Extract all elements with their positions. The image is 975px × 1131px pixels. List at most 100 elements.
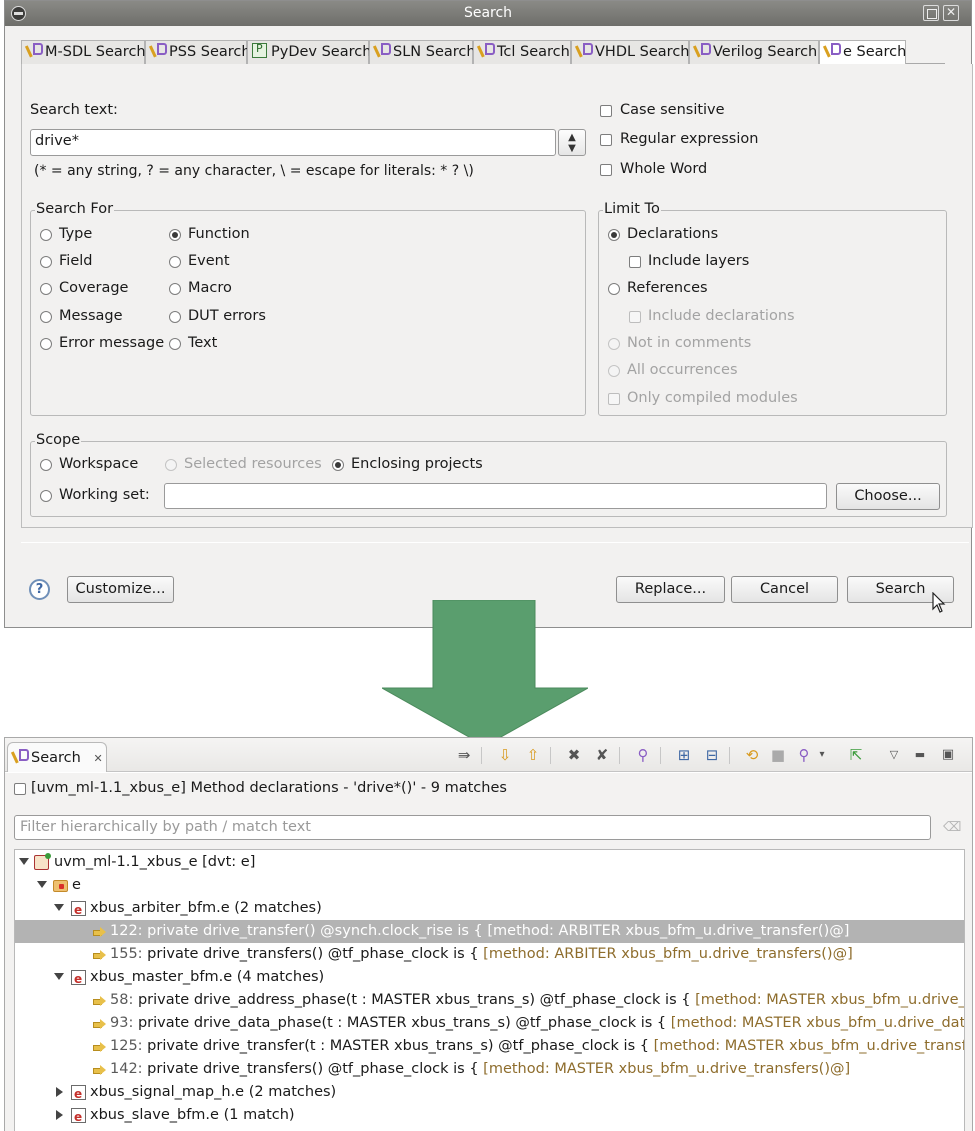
tree-match-row[interactable]: 122: private drive_transfer() @synch.clo… xyxy=(15,920,964,943)
tree-match-row[interactable]: 155: private drive_transfers() @tf_phase… xyxy=(15,943,964,966)
error-message-label: Error message xyxy=(59,335,165,351)
folder-icon xyxy=(53,880,68,892)
enclosing-projects-radio[interactable] xyxy=(332,459,344,471)
message-radio[interactable] xyxy=(40,311,52,323)
close-tab-icon[interactable]: ✕ xyxy=(93,752,102,765)
e-search-panel: Search text: drive* ▲ ▼ (* = any string, … xyxy=(21,64,973,528)
search-text-input[interactable]: drive* xyxy=(30,129,556,156)
include-layers-checkbox[interactable] xyxy=(629,256,641,268)
error-message-radio[interactable] xyxy=(40,338,52,350)
event-label: Event xyxy=(188,253,230,269)
choose-button[interactable]: Choose... xyxy=(836,483,940,510)
previous-match-icon[interactable]: ⇧ xyxy=(524,747,542,763)
expand-toggle-icon[interactable] xyxy=(54,973,64,983)
enclosing-projects-label: Enclosing projects xyxy=(351,456,483,472)
not-in-comments-label: Not in comments xyxy=(627,335,752,351)
all-occurrences-label: All occurrences xyxy=(627,362,738,378)
tree-file-row[interactable]: xbus_signal_map_h.e (2 matches) xyxy=(15,1081,964,1105)
search-history-spinner[interactable]: ▲ ▼ xyxy=(558,129,586,156)
type-label: Type xyxy=(59,226,93,242)
search-history-icon[interactable]: ⚲ xyxy=(795,747,813,763)
tab-pydev-search[interactable]: PyDev Search xyxy=(247,40,371,64)
field-radio[interactable] xyxy=(40,256,52,268)
project-icon xyxy=(34,853,51,870)
references-radio[interactable] xyxy=(608,283,620,295)
collapsed-toggle-icon[interactable] xyxy=(54,1087,64,1098)
regular-expression-label: Regular expression xyxy=(620,131,759,147)
tab-e-search[interactable]: e Search xyxy=(819,40,906,65)
down-arrow-icon xyxy=(382,600,588,746)
dut-errors-radio[interactable] xyxy=(169,311,181,323)
tab-m-sdl-search[interactable]: M-SDL Search xyxy=(21,40,146,64)
case-sensitive-checkbox[interactable] xyxy=(600,105,612,117)
tree-match-row[interactable]: 142: private drive_transfers() @tf_phase… xyxy=(15,1058,964,1081)
search-tabs: M-SDL Search PSS Search PyDev Search SLN… xyxy=(21,40,945,65)
tree-file-row[interactable]: xbus_arbiter_bfm.e (2 matches) xyxy=(15,897,964,921)
close-icon[interactable] xyxy=(943,5,959,21)
dialog-title: Search xyxy=(463,5,513,21)
search-tab-icon xyxy=(694,43,711,58)
show-next-match-icon[interactable]: ⇛ xyxy=(455,747,473,763)
expand-toggle-icon[interactable] xyxy=(54,904,64,914)
expand-toggle-icon[interactable] xyxy=(37,881,47,891)
tree-folder-row[interactable]: e xyxy=(15,874,964,897)
whole-word-checkbox[interactable] xyxy=(600,164,612,176)
tree-match-row[interactable]: 58: private drive_address_phase(t : MAST… xyxy=(15,989,964,1012)
remove-selected-icon[interactable]: ✖ xyxy=(565,747,583,763)
customize-button[interactable]: Customize... xyxy=(67,576,174,603)
regular-expression-checkbox[interactable] xyxy=(600,134,612,146)
collapse-all-icon[interactable]: ⊟ xyxy=(703,747,721,763)
only-compiled-modules-label: Only compiled modules xyxy=(627,390,798,406)
text-radio[interactable] xyxy=(169,338,181,350)
tab-vhdl-search[interactable]: VHDL Search xyxy=(571,40,690,64)
workspace-label: Workspace xyxy=(59,456,139,472)
field-label: Field xyxy=(59,253,93,269)
scope-group: Scope Workspace Selected resources Enclo… xyxy=(30,432,947,517)
help-icon[interactable]: ? xyxy=(29,579,50,600)
replace-button[interactable]: Replace... xyxy=(616,576,725,603)
tree-match-row[interactable]: 125: private drive_transfer(t : MASTER x… xyxy=(15,1035,964,1058)
expand-toggle-icon[interactable] xyxy=(19,858,29,868)
view-toolbar: Search ✕ ⇛ ⇩ ⇧ ✖ ✘ ⚲ ⊞ ⊟ ⟲ ■ ⚲ ▾ ⇱ ▽ ▬ ▣ xyxy=(5,738,972,772)
match-arrow-icon xyxy=(93,950,107,960)
coverage-radio[interactable] xyxy=(40,283,52,295)
clear-filter-icon[interactable]: ⌫ xyxy=(943,820,961,835)
search-tab-icon xyxy=(374,43,391,58)
next-match-icon[interactable]: ⇩ xyxy=(496,747,514,763)
view-menu-icon[interactable]: ▽ xyxy=(885,747,903,763)
tree-match-row[interactable]: 93: private drive_data_phase(t : MASTER … xyxy=(15,1012,964,1035)
event-radio[interactable] xyxy=(169,256,181,268)
minimize-view-icon[interactable]: ▬ xyxy=(911,747,929,763)
filter-input[interactable]: Filter hierarchically by path / match te… xyxy=(14,815,931,840)
search-view-tab[interactable]: Search ✕ xyxy=(7,742,107,772)
tab-verilog-search[interactable]: Verilog Search xyxy=(689,40,819,64)
dut-errors-label: DUT errors xyxy=(188,308,266,324)
include-declarations-checkbox xyxy=(629,311,641,323)
tree-file-row[interactable]: xbus_slave_bfm.e (1 match) xyxy=(15,1104,964,1128)
working-set-radio[interactable] xyxy=(40,490,52,502)
tab-sln-search[interactable]: SLN Search xyxy=(369,40,476,64)
macro-radio[interactable] xyxy=(169,283,181,295)
cancel-search-icon[interactable]: ■ xyxy=(769,747,787,763)
function-radio[interactable] xyxy=(169,229,181,241)
expand-all-icon[interactable]: ⊞ xyxy=(675,747,693,763)
collapsed-toggle-icon[interactable] xyxy=(54,1110,64,1121)
refresh-icon[interactable]: ⟲ xyxy=(743,747,761,763)
tab-tcl-search[interactable]: Tcl Search xyxy=(473,40,571,64)
history-dropdown-icon[interactable]: ▾ xyxy=(813,747,831,763)
type-radio[interactable] xyxy=(40,229,52,241)
tree-project-row[interactable]: uvm_ml-1.1_xbus_e [dvt: e] xyxy=(15,851,964,874)
working-set-input[interactable] xyxy=(164,483,827,509)
maximize-view-icon[interactable]: ▣ xyxy=(939,747,957,763)
tree-file-row[interactable]: xbus_master_bfm.e (4 matches) xyxy=(15,966,964,990)
match-arrow-icon xyxy=(93,1042,107,1052)
declarations-radio[interactable] xyxy=(608,229,620,241)
workspace-radio[interactable] xyxy=(40,459,52,471)
cancel-button[interactable]: Cancel xyxy=(731,576,838,603)
pin-view-icon[interactable]: ⇱ xyxy=(847,747,865,763)
search-for-title: Search For xyxy=(35,201,115,217)
tab-pss-search[interactable]: PSS Search xyxy=(145,40,251,64)
remove-all-icon[interactable]: ✘ xyxy=(593,747,611,763)
maximize-icon[interactable] xyxy=(923,5,939,21)
search-again-icon[interactable]: ⚲ xyxy=(634,747,652,763)
